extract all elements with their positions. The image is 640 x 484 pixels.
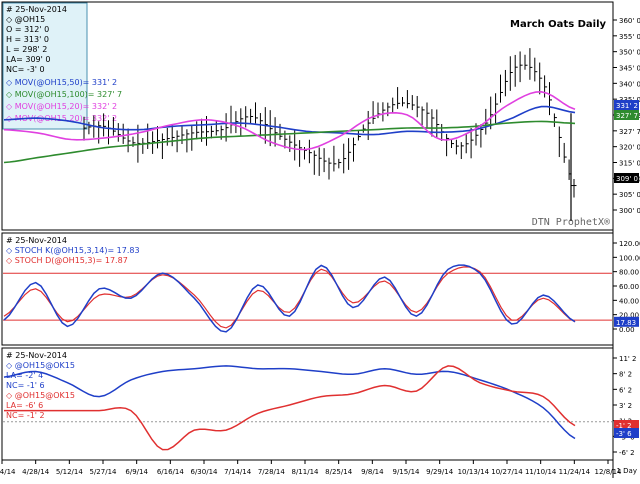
spread-blue-line [3,365,576,440]
stoch-axis-label: 60.00 [619,283,639,291]
stoch-info-d: ◇ STOCH D(@OH15,3)= 17.87 [6,256,128,265]
spread-info-net2: NC= -1' 2 [6,411,45,420]
spread-info-box: # 25-Nov-2014 ◇ @OH15@OK15 LA= -2' 4 NC=… [6,351,75,420]
x-axis-label: 11/24/14 [559,468,591,476]
x-axis-label: 4/14/14 [0,468,16,476]
spread-info-net: NC= -1' 6 [6,381,45,390]
spread-axis-label: 3' 2 [619,402,632,410]
tag-ma100: 327' 7 [616,112,638,120]
x-axis-label: 6/30/14 [191,468,219,476]
x-axis-label: 9/15/14 [393,468,421,476]
x-axis-label: 7/14/14 [224,468,252,476]
spread-axis-label: -6' 2 [619,449,635,457]
stoch-info-date: # 25-Nov-2014 [6,236,67,245]
tag-stoch: 17.83 [616,319,636,327]
stoch-d-line [3,266,576,329]
price-info-low: L = 298' 2 [6,45,47,54]
price-axis-label: 315' 0 [619,160,640,168]
x-axis-label: 10/13/14 [458,468,490,476]
chart-window: # 25-Nov-2014 ◇ @OH15 O = 312' 0 H = 313… [0,0,640,480]
x-axis-label: 6/16/14 [157,468,185,476]
x-axis-label: 9/8/14 [361,468,384,476]
price-info-net: NC= -3' 0 [6,65,45,74]
price-axis-label: 360' 0 [619,17,640,25]
spread-axis-label: 6' 2 [619,386,632,394]
price-info-ma20: ◇ MOV(@OH15,20)= 332' 2 [6,102,117,111]
price-info-symbol: ◇ @OH15 [6,15,45,24]
stoch-axis-label: 40.00 [619,297,639,305]
price-info-ma50: ◇ MOV(@OH15,50)= 331' 2 [6,78,117,87]
stoch-k-line [3,264,576,333]
x-axis-unit: 1 Day [616,467,637,475]
spread-info-last2: LA= -6' 6 [6,401,43,410]
spread-axis-label: 8' 2 [619,371,632,379]
x-axis-label: 8/25/14 [325,468,353,476]
price-axis-label: 320' 0 [619,144,640,152]
spread-plot: 11' 28' 26' 23' 21' 2-3' 6-6' 2-1' 2-3' … [3,355,639,457]
price-info-open: O = 312' 0 [6,25,49,34]
stoch-info-box: # 25-Nov-2014 ◇ STOCH K(@OH15,3,14)= 17.… [6,236,140,265]
price-info-date: # 25-Nov-2014 [6,5,67,14]
stoch-axis-label: 0.00 [619,326,635,334]
chart-title: March Oats Daily [510,19,607,30]
x-axis-label: 11/10/14 [525,468,557,476]
tag-ma50: 331' 2 [616,102,638,110]
tag-last: 309' 0 [616,175,638,183]
spread-panel-frame [1,347,614,461]
price-axis-label: 350' 0 [619,49,640,57]
tag-spread-blue: -3' 6 [616,430,632,438]
chart-canvas: # 25-Nov-2014 ◇ @OH15 O = 312' 0 H = 313… [0,1,640,478]
x-axis-label: 5/12/14 [56,468,84,476]
price-axis-label: 340' 0 [619,80,640,88]
price-info-last: LA= 309' 0 [6,55,50,64]
x-axis-label: 5/27/14 [90,468,118,476]
x-axis: 4/14/14 4/28/14 5/12/14 5/27/14 6/9/14 6/16/1… [0,460,622,476]
stoch-axis-label: 80.00 [619,269,639,277]
spread-info-date: # 25-Nov-2014 [6,351,67,360]
price-axis-label: 355' 0 [619,33,640,41]
spread-info-symbol: ◇ @OH15@OK15 [6,361,75,370]
price-info-box: # 25-Nov-2014 ◇ @OH15 O = 312' 0 H = 313… [2,2,122,130]
price-info-high: H = 313' 0 [6,35,49,44]
x-axis-label: 7/28/14 [258,468,286,476]
stoch-axis-label: 120.00 [619,240,640,248]
price-info-ma100: ◇ MOV(@OH15,100)= 327' 7 [6,90,122,99]
spread-axis-label: 11' 2 [619,355,637,363]
price-axis-label: 345' 0 [619,65,640,73]
spread-red-line [4,365,576,451]
price-axis-label: 327' 7 [619,128,640,136]
spread-info-symbol2: ◇ @OH15@OK15 [6,391,75,400]
price-axis-label: 300' 0 [619,207,640,215]
x-axis-label: 9/29/14 [426,468,454,476]
x-axis-label: 6/9/14 [125,468,148,476]
x-axis-label: 10/27/14 [491,468,523,476]
price-axis-label: 305' 0 [619,191,640,199]
stoch-axis-label: 100.00 [619,254,640,262]
stoch-info-k: ◇ STOCH K(@OH15,3,14)= 17.83 [6,246,140,255]
x-axis-label: 8/11/14 [292,468,320,476]
x-axis-label: 4/28/14 [22,468,50,476]
